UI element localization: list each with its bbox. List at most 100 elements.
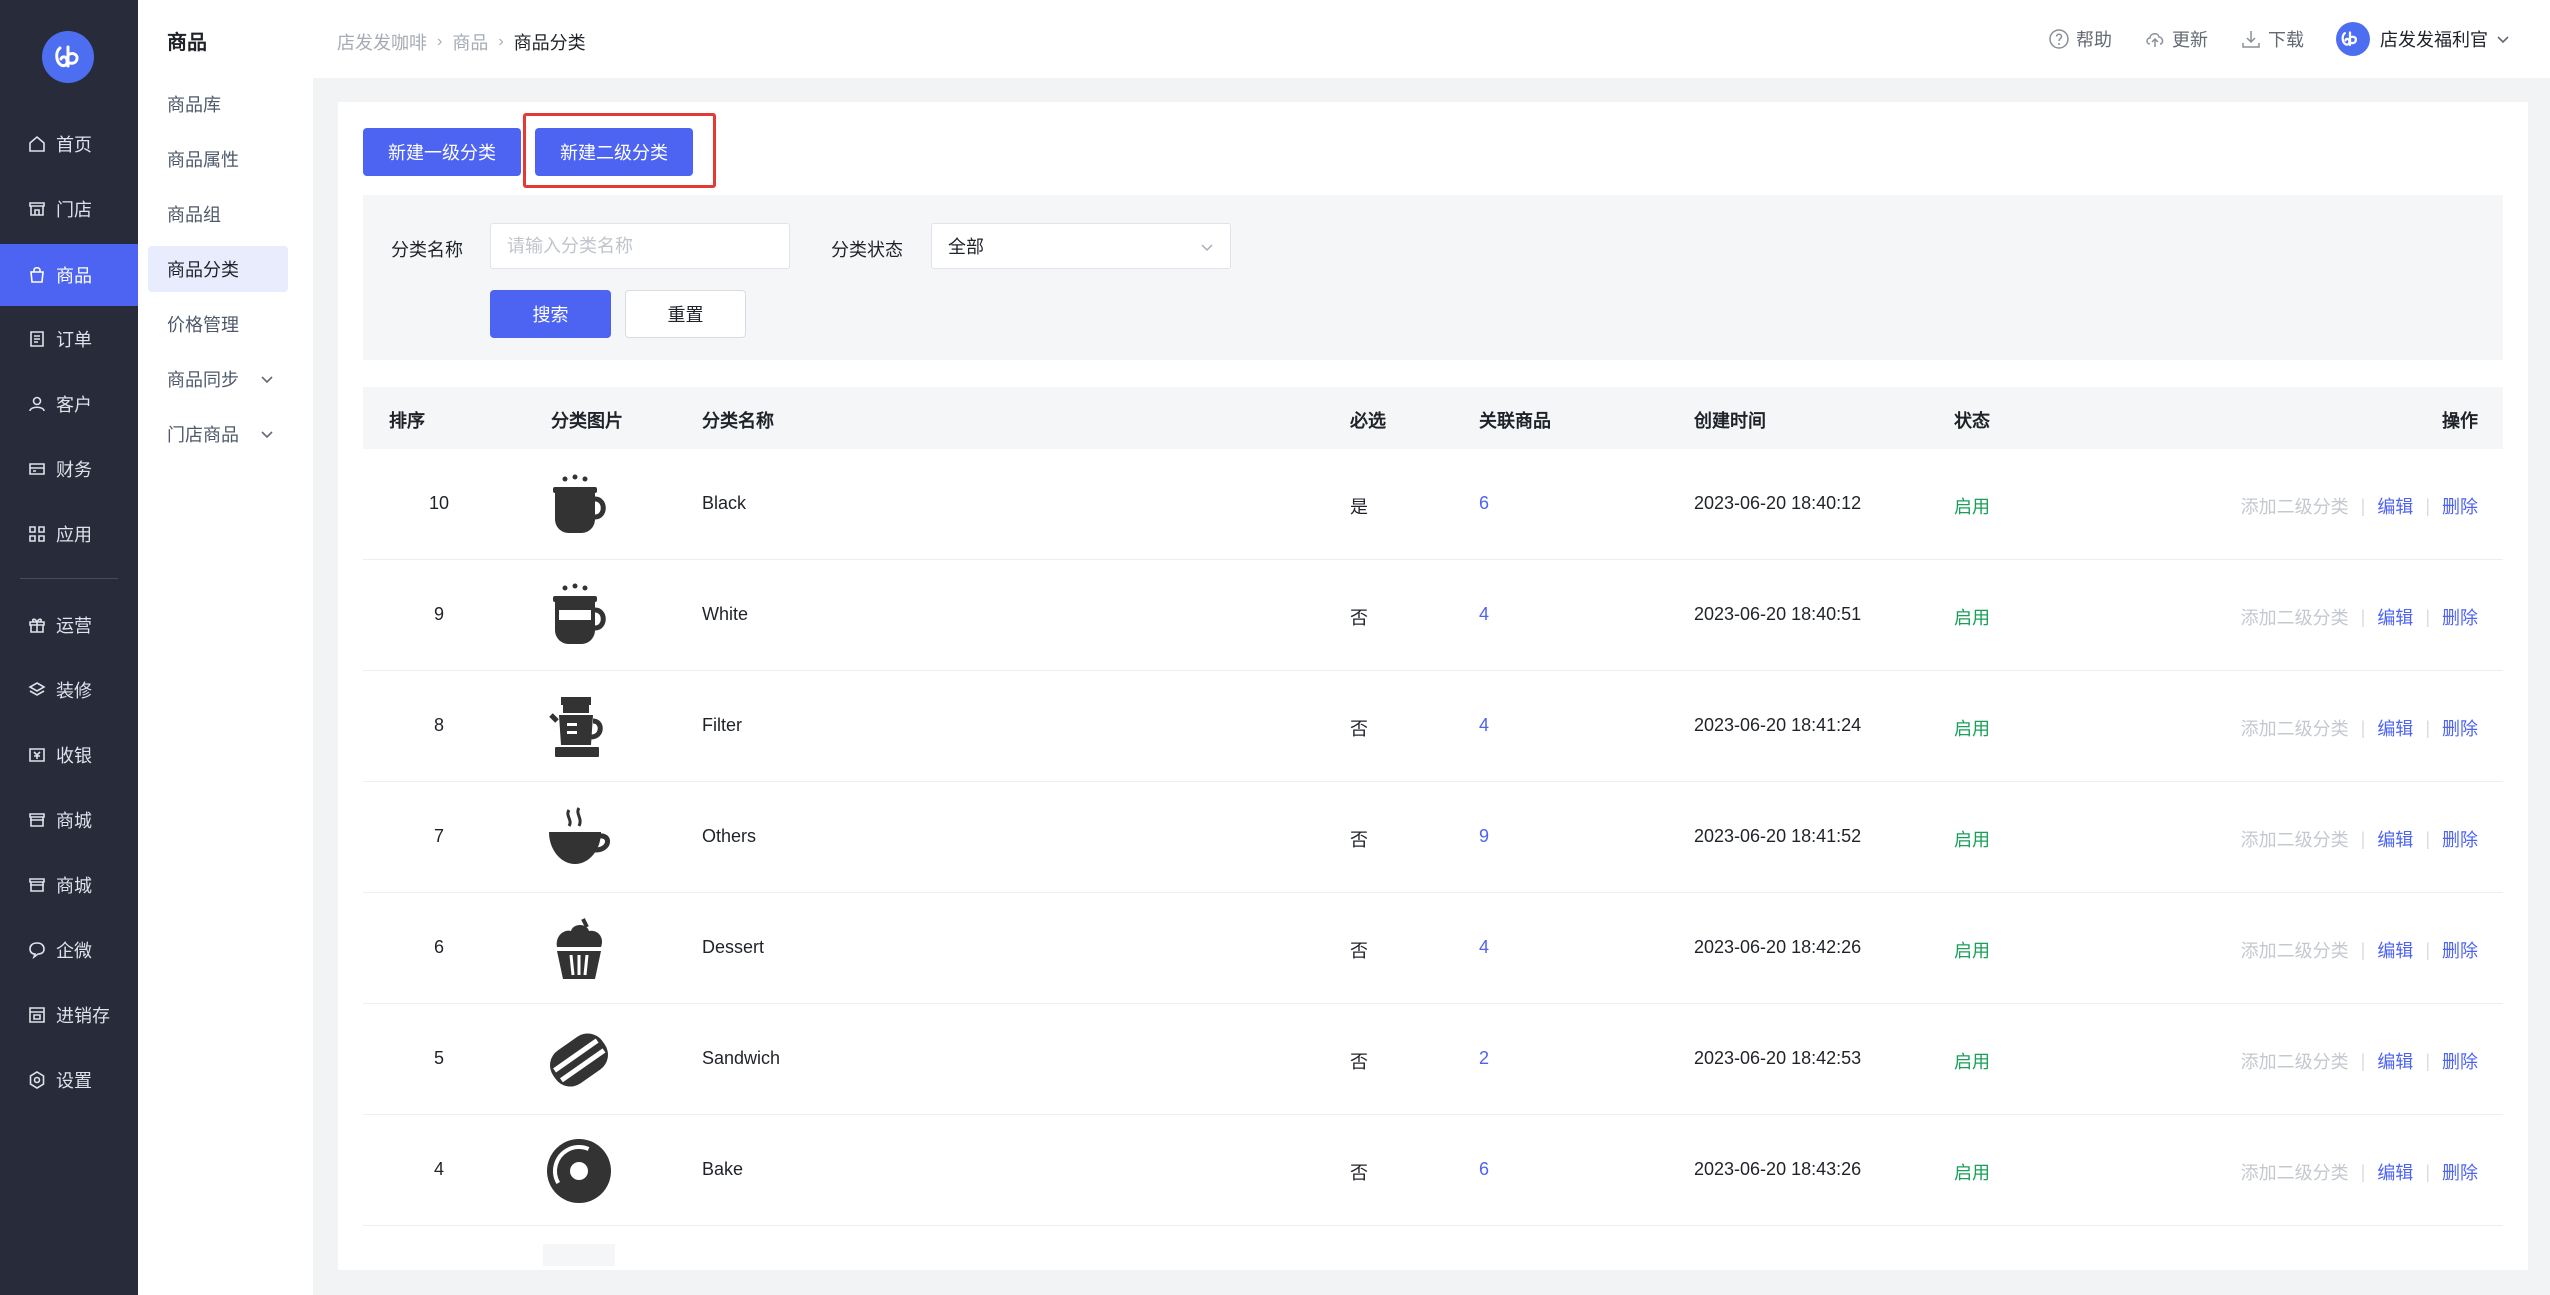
nav-item-home[interactable]: 首页 — [0, 114, 138, 174]
table-row: 5 Sandwich 否 2 2023-06-20 18:42:53 启用 添加… — [363, 1004, 2503, 1115]
add-subcategory-button[interactable]: 添加二级分类 — [2241, 604, 2349, 630]
delete-button[interactable]: 删除 — [2442, 715, 2478, 741]
delete-button[interactable]: 删除 — [2442, 1159, 2478, 1185]
new-level1-category-button[interactable]: 新建一级分类 — [363, 128, 521, 176]
bag-icon — [28, 266, 46, 284]
product-count-link[interactable]: 6 — [1479, 1159, 1489, 1180]
name-cell: Sandwich — [702, 1048, 781, 1068]
created-time-cell: 2023-06-20 18:40:51 — [1694, 604, 1862, 624]
user-icon — [28, 395, 46, 413]
shop-icon — [28, 876, 46, 894]
op-divider: | — [2360, 828, 2366, 849]
op-divider: | — [2360, 717, 2366, 738]
add-subcategory-button[interactable]: 添加二级分类 — [2241, 493, 2349, 519]
edit-button[interactable]: 编辑 — [2377, 826, 2413, 852]
submenu-item-price-management[interactable]: 价格管理 — [148, 301, 288, 347]
category-name-input[interactable] — [490, 223, 790, 269]
required-cell: 否 — [1350, 1052, 1368, 1072]
op-divider: | — [2360, 1161, 2366, 1182]
breadcrumb-item[interactable]: 店发发咖啡 — [337, 29, 427, 55]
nav-item-inventory[interactable]: 进销存 — [0, 985, 138, 1045]
required-cell: 否 — [1350, 719, 1368, 739]
submenu-item-product-attributes[interactable]: 商品属性 — [148, 136, 288, 182]
nav-label: 收银 — [56, 746, 92, 766]
edit-button[interactable]: 编辑 — [2377, 715, 2413, 741]
teacup-icon — [543, 802, 615, 874]
help-button[interactable]: 帮助 — [2048, 26, 2112, 52]
delete-button[interactable]: 删除 — [2442, 493, 2478, 519]
nav-item-mall-2[interactable]: 商城 — [0, 855, 138, 915]
submenu-item-product-groups[interactable]: 商品组 — [148, 191, 288, 237]
nav-item-settings[interactable]: 设置 — [0, 1050, 138, 1110]
edit-button[interactable]: 编辑 — [2377, 1048, 2413, 1074]
nav-item-cashier[interactable]: 收银 — [0, 725, 138, 785]
download-button[interactable]: 下载 — [2240, 26, 2304, 52]
reset-button[interactable]: 重置 — [625, 290, 746, 338]
submenu-item-product-categories[interactable]: 商品分类 — [148, 246, 288, 292]
add-subcategory-button[interactable]: 添加二级分类 — [2241, 826, 2349, 852]
name-cell: Dessert — [702, 937, 765, 957]
nav-item-orders[interactable]: 订单 — [0, 309, 138, 369]
table-row: 4 Bake 否 6 2023-06-20 18:43:26 启用 添加二级分类… — [363, 1115, 2503, 1226]
product-count-link[interactable]: 9 — [1479, 826, 1489, 847]
submenu-item-product-sync[interactable]: 商品同步 — [148, 356, 288, 402]
category-panel: 新建一级分类 新建二级分类 分类名称 分类状态 全部 搜索 重置 排序 分类图片… — [338, 102, 2528, 1270]
product-count-link[interactable]: 4 — [1479, 604, 1489, 625]
search-button[interactable]: 搜索 — [490, 290, 611, 338]
avatar — [2336, 22, 2370, 56]
add-subcategory-button[interactable]: 添加二级分类 — [2241, 937, 2349, 963]
product-count-link[interactable]: 6 — [1479, 493, 1489, 514]
edit-button[interactable]: 编辑 — [2377, 493, 2413, 519]
nav-item-customers[interactable]: 客户 — [0, 374, 138, 434]
required-cell: 否 — [1350, 608, 1368, 628]
edit-button[interactable]: 编辑 — [2377, 937, 2413, 963]
required-cell: 否 — [1350, 830, 1368, 850]
add-subcategory-button[interactable]: 添加二级分类 — [2241, 1048, 2349, 1074]
user-menu[interactable]: 店发发福利官 — [2336, 22, 2510, 56]
submenu-item-store-products[interactable]: 门店商品 — [148, 411, 288, 457]
edit-button[interactable]: 编辑 — [2377, 604, 2413, 630]
user-name: 店发发福利官 — [2380, 30, 2488, 50]
product-count-link[interactable]: 4 — [1479, 937, 1489, 958]
nav-label: 客户 — [56, 395, 92, 415]
update-label: 更新 — [2172, 30, 2208, 50]
product-count-link[interactable]: 4 — [1479, 715, 1489, 736]
header-sort: 排序 — [389, 411, 425, 431]
delete-button[interactable]: 删除 — [2442, 604, 2478, 630]
nav-item-wecom[interactable]: 企微 — [0, 920, 138, 980]
nav-item-products[interactable]: 商品 — [0, 244, 138, 306]
product-count-link[interactable]: 2 — [1479, 1048, 1489, 1069]
row-actions: 添加二级分类 | 编辑 | 删除 — [2241, 493, 2478, 519]
delete-button[interactable]: 删除 — [2442, 937, 2478, 963]
edit-button[interactable]: 编辑 — [2377, 1159, 2413, 1185]
nav-item-decoration[interactable]: 装修 — [0, 660, 138, 720]
op-divider: | — [2425, 495, 2430, 516]
app-logo[interactable] — [42, 31, 94, 83]
status-badge: 启用 — [1954, 719, 1990, 739]
breadcrumb-item[interactable]: 商品 — [452, 29, 488, 55]
add-subcategory-button[interactable]: 添加二级分类 — [2241, 715, 2349, 741]
category-status-select[interactable]: 全部 — [931, 223, 1231, 269]
row-actions: 添加二级分类 | 编辑 | 删除 — [2241, 604, 2478, 630]
add-subcategory-button[interactable]: 添加二级分类 — [2241, 1159, 2349, 1185]
nav-label: 进销存 — [56, 1006, 110, 1026]
category-name-label: 分类名称 — [391, 240, 463, 260]
nav-label: 设置 — [56, 1071, 92, 1091]
delete-button[interactable]: 删除 — [2442, 826, 2478, 852]
created-time-cell: 2023-06-20 18:42:26 — [1694, 937, 1862, 957]
required-cell: 否 — [1350, 941, 1368, 961]
nav-item-mall[interactable]: 商城 — [0, 790, 138, 850]
nav-item-operations[interactable]: 运营 — [0, 595, 138, 655]
delete-button[interactable]: 删除 — [2442, 1048, 2478, 1074]
table-row: 8 Filter 否 4 2023-06-20 18:41:24 启用 添加二级… — [363, 671, 2503, 782]
nav-label: 运营 — [56, 616, 92, 636]
update-button[interactable]: 更新 — [2144, 26, 2208, 52]
logo-icon — [2341, 31, 2357, 46]
submenu-item-product-library[interactable]: 商品库 — [148, 81, 288, 127]
nav-item-apps[interactable]: 应用 — [0, 504, 138, 564]
status-badge: 启用 — [1954, 1052, 1990, 1072]
header-required: 必选 — [1350, 411, 1386, 431]
nav-item-finance[interactable]: 财务 — [0, 439, 138, 499]
new-level2-category-button[interactable]: 新建二级分类 — [535, 128, 693, 176]
nav-item-store[interactable]: 门店 — [0, 179, 138, 239]
